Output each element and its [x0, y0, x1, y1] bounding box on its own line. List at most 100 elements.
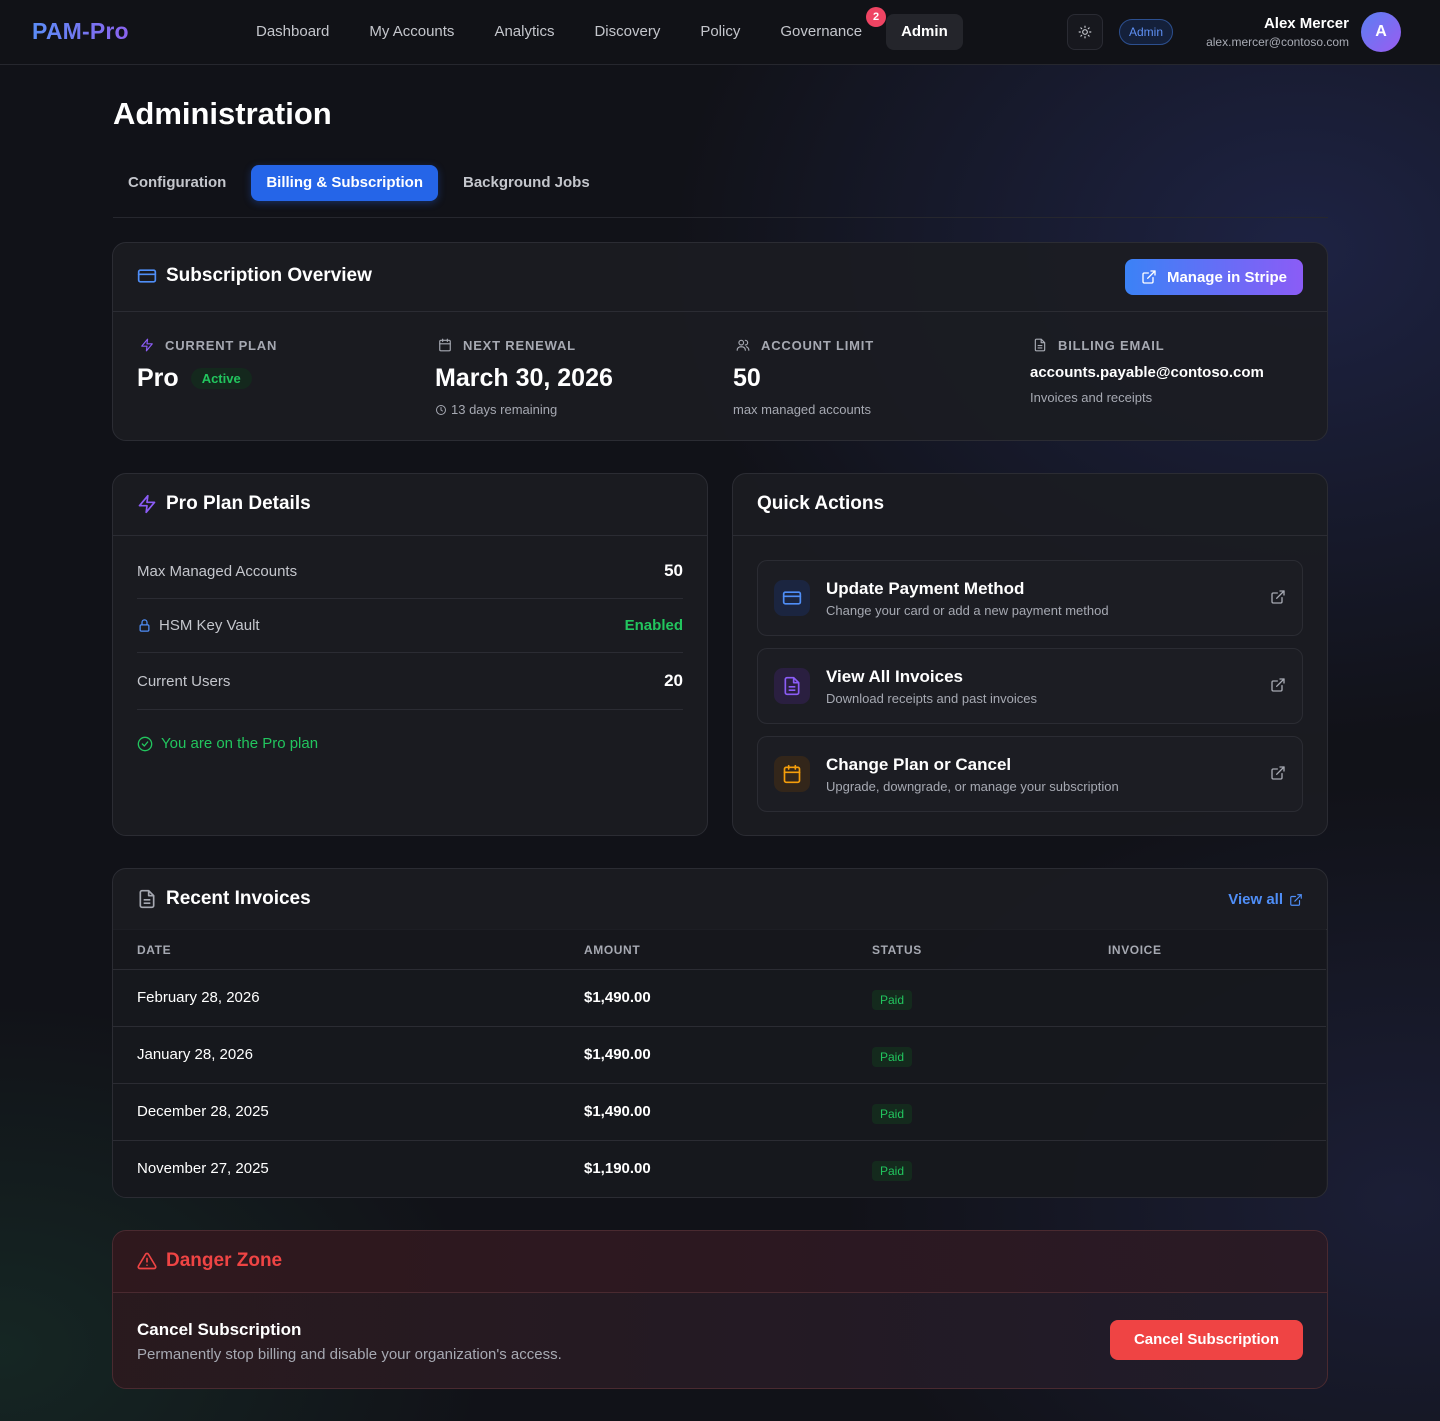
card-header: Recent Invoices View all: [113, 869, 1327, 930]
notification-badge: 2: [866, 7, 887, 27]
external-link-icon: [1270, 765, 1286, 786]
quick-actions-title: Quick Actions: [757, 493, 885, 514]
column-header-amount: AMOUNT: [584, 943, 641, 957]
card-title-text: Subscription Overview: [166, 265, 372, 286]
tab-configuration[interactable]: Configuration: [113, 165, 241, 201]
role-badge: Admin: [1119, 19, 1174, 45]
document-icon: [137, 889, 157, 909]
manage-in-stripe-label: Manage in Stripe: [1166, 268, 1287, 286]
current-plan-label-row: CURRENT PLAN: [137, 337, 277, 353]
account-limit-stat: ACCOUNT LIMIT 50 max managed accounts: [733, 335, 874, 418]
subscription-overview-title: Subscription Overview: [137, 265, 372, 287]
nav-item-analytics[interactable]: Analytics: [474, 14, 574, 50]
table-row: January 28, 2026 $1,490.00 Paid: [113, 1026, 1326, 1083]
document-icon: [1030, 335, 1050, 355]
invoice-amount: $1,490.00: [584, 1103, 651, 1120]
detail-row-max-accounts: Max Managed Accounts 50: [137, 544, 683, 599]
card-title-text: Pro Plan Details: [166, 493, 311, 514]
detail-label: HSM Key Vault: [159, 617, 260, 634]
document-icon: [774, 668, 810, 704]
brand-logo[interactable]: PAM-Pro: [32, 18, 129, 45]
next-renewal-stat: NEXT RENEWAL March 30, 2026 13 days rema…: [435, 335, 613, 418]
account-limit-sub: max managed accounts: [733, 402, 872, 417]
detail-row-current-users: Current Users 20: [137, 653, 683, 710]
invoice-date: December 28, 2025: [137, 1103, 269, 1120]
status-badge: Paid: [872, 1047, 913, 1067]
quick-action-title: Update Payment Method: [826, 579, 1025, 598]
recent-invoices-title: Recent Invoices: [137, 888, 311, 910]
current-plan-value: Pro: [137, 364, 179, 392]
nav-item-policy[interactable]: Policy: [680, 14, 760, 50]
billing-email-label: BILLING EMAIL: [1058, 337, 1165, 353]
calendar-icon: [435, 335, 455, 355]
clock-icon: [435, 404, 447, 416]
table-row: December 28, 2025 $1,490.00 Paid: [113, 1083, 1326, 1140]
quick-action-change-plan[interactable]: Change Plan or Cancel Upgrade, downgrade…: [757, 736, 1303, 812]
danger-zone-card: Danger Zone Cancel Subscription Permanen…: [112, 1230, 1328, 1389]
main-nav: Dashboard My Accounts Analytics Discover…: [236, 7, 963, 50]
quick-action-view-invoices[interactable]: View All Invoices Download receipts and …: [757, 648, 1303, 724]
tab-background-jobs[interactable]: Background Jobs: [448, 165, 605, 201]
detail-value: Enabled: [624, 617, 683, 634]
view-all-label: View all: [1228, 891, 1283, 908]
plan-details-title: Pro Plan Details: [137, 493, 311, 515]
invoice-date: January 28, 2026: [137, 1046, 253, 1063]
status-badge: Active: [190, 368, 252, 389]
nav-item-my-accounts[interactable]: My Accounts: [349, 14, 474, 50]
tab-billing-subscription[interactable]: Billing & Subscription: [251, 165, 438, 201]
page-title: Administration: [113, 96, 332, 131]
manage-in-stripe-button[interactable]: Manage in Stripe: [1124, 259, 1303, 295]
billing-email-sub: Invoices and receipts: [1030, 390, 1153, 405]
column-header-invoice: INVOICE: [1108, 943, 1162, 957]
view-all-invoices-link[interactable]: View all: [1228, 891, 1303, 908]
column-header-status: STATUS: [872, 943, 922, 957]
card-header: Subscription Overview Manage in Stripe: [113, 243, 1327, 312]
billing-email-stat: BILLING EMAIL accounts.payable@contoso.c…: [1030, 335, 1264, 406]
billing-email-value: accounts.payable@contoso.com: [1030, 364, 1264, 381]
detail-value: 20: [664, 671, 683, 690]
detail-value: 50: [664, 561, 683, 580]
invoice-amount: $1,490.00: [584, 989, 651, 1006]
external-link-icon: [1270, 677, 1286, 698]
table-row: November 27, 2025 $1,190.00 Paid: [113, 1140, 1326, 1197]
current-plan-stat: CURRENT PLAN Pro Active: [137, 337, 277, 393]
invoice-date: February 28, 2026: [137, 989, 260, 1006]
cancel-subscription-heading: Cancel Subscription: [137, 1320, 302, 1339]
detail-label: Current Users: [137, 672, 231, 690]
external-link-icon: [1139, 267, 1159, 287]
theme-toggle-button[interactable]: [1067, 14, 1103, 50]
invoice-amount: $1,190.00: [584, 1160, 651, 1177]
external-link-icon: [1289, 893, 1303, 907]
quick-action-title: Change Plan or Cancel: [826, 755, 1012, 774]
quick-action-subtitle: Change your card or add a new payment me…: [826, 603, 1109, 618]
plan-details-card: Pro Plan Details Max Managed Accounts 50…: [112, 473, 708, 836]
plan-note: You are on the Pro plan: [137, 735, 318, 752]
nav-item-dashboard[interactable]: Dashboard: [236, 14, 349, 50]
nav-item-admin[interactable]: Admin: [886, 14, 963, 50]
column-header-date: DATE: [137, 943, 172, 957]
nav-item-governance-label: Governance: [780, 23, 863, 40]
card-title-text: Recent Invoices: [166, 888, 311, 909]
current-plan-value-row: Pro Active: [137, 364, 277, 393]
users-icon: [733, 335, 753, 355]
quick-action-update-payment[interactable]: Update Payment Method Change your card o…: [757, 560, 1303, 636]
cancel-subscription-button[interactable]: Cancel Subscription: [1109, 1320, 1303, 1360]
avatar[interactable]: A: [1361, 12, 1401, 52]
quick-action-subtitle: Download receipts and past invoices: [826, 691, 1038, 706]
detail-label: Max Managed Accounts: [137, 562, 298, 580]
account-limit-label: ACCOUNT LIMIT: [761, 337, 874, 353]
top-navigation-bar: PAM-Pro Dashboard My Accounts Analytics …: [0, 0, 1440, 65]
nav-item-discovery[interactable]: Discovery: [574, 14, 680, 50]
nav-item-governance[interactable]: Governance 2: [760, 7, 887, 50]
external-link-icon: [1270, 589, 1286, 610]
invoice-table-header: DATE AMOUNT STATUS INVOICE: [113, 929, 1326, 969]
days-remaining: 13 days remaining: [451, 402, 558, 417]
plan-note-text: You are on the Pro plan: [161, 735, 319, 752]
invoice-date: November 27, 2025: [137, 1160, 269, 1177]
detail-row-hsm-key-vault: HSM Key Vault Enabled: [137, 599, 683, 653]
quick-actions-card: Quick Actions Update Payment Method Chan…: [732, 473, 1328, 836]
lightning-icon: [137, 494, 157, 514]
quick-action-title: View All Invoices: [826, 667, 964, 686]
card-header: Quick Actions: [733, 474, 1327, 536]
invoice-amount: $1,490.00: [584, 1046, 651, 1063]
